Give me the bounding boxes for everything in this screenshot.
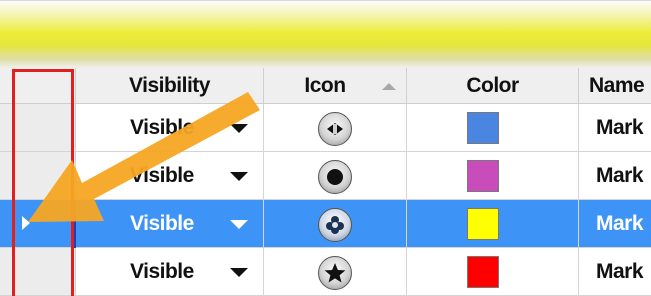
visibility-value: Visible [130,116,194,139]
visibility-dropdown[interactable]: Visible [76,200,264,248]
visibility-value: Visible [130,260,194,283]
column-header-name[interactable]: Name [579,68,651,104]
icon-cell[interactable] [264,248,407,296]
circle-marker-icon [318,160,352,194]
row-header-highlight-box [12,69,74,296]
chevron-down-icon[interactable] [230,124,248,133]
name-value: Mark [596,212,644,235]
layers-grid: Visibility Icon Color Name Visible Mark … [0,68,651,296]
visibility-value: Visible [130,212,194,235]
column-header-visibility[interactable]: Visibility [76,68,264,104]
column-header-icon-label: Icon [304,73,346,97]
column-header-color-label: Color [466,73,519,97]
title-bar [0,0,651,68]
table-row[interactable]: Visible Mark [0,248,651,296]
chevron-down-icon[interactable] [230,268,248,277]
flower-marker-icon [318,208,352,242]
visibility-dropdown[interactable]: Visible [76,104,264,152]
visibility-dropdown[interactable]: Visible [76,152,264,200]
name-cell[interactable]: Mark [579,104,651,152]
table-row[interactable]: Visible Mark [0,152,651,200]
column-header-visibility-label: Visibility [129,73,210,97]
icon-cell[interactable] [264,152,407,200]
color-cell[interactable] [407,104,579,152]
column-header-icon[interactable]: Icon [264,68,407,104]
name-cell[interactable]: Mark [579,248,651,296]
diamond-marker-icon [318,112,352,146]
visibility-dropdown[interactable]: Visible [76,248,264,296]
color-swatch[interactable] [467,112,499,144]
color-swatch[interactable] [467,160,499,192]
color-swatch[interactable] [467,256,499,288]
icon-cell[interactable] [264,200,407,248]
table-row[interactable]: Visible Mark [0,104,651,152]
table-row-selected[interactable]: Visible Mark [0,200,651,248]
sort-ascending-icon [382,83,396,90]
name-value: Mark [596,116,644,139]
color-cell[interactable] [407,200,579,248]
name-cell[interactable]: Mark [579,152,651,200]
visibility-value: Visible [130,164,194,187]
star-marker-icon [318,256,352,290]
color-cell[interactable] [407,152,579,200]
name-value: Mark [596,260,644,283]
name-value: Mark [596,164,644,187]
icon-cell[interactable] [264,104,407,152]
chevron-down-icon[interactable] [230,172,248,181]
name-cell[interactable]: Mark [579,200,651,248]
column-header-name-label: Name [589,73,645,97]
color-swatch[interactable] [467,208,499,240]
chevron-down-icon[interactable] [230,220,248,229]
color-cell[interactable] [407,248,579,296]
column-header-color[interactable]: Color [407,68,579,104]
